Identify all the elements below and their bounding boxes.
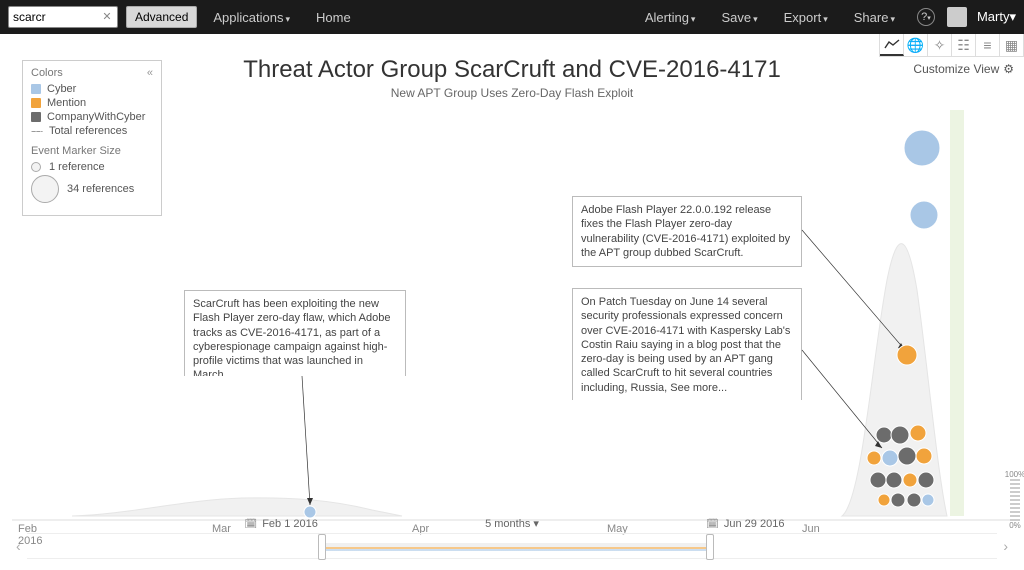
callout-leader <box>302 376 310 505</box>
callout-box[interactable]: Adobe Flash Player 22.0.0.192 release fi… <box>572 196 802 267</box>
user-menu[interactable]: Marty▾ <box>977 9 1016 25</box>
event-marker[interactable] <box>870 472 886 488</box>
callout-box[interactable]: On Patch Tuesday on June 14 several secu… <box>572 288 802 400</box>
density-area-recent <box>950 110 964 516</box>
legend-item-label: Cyber <box>47 83 76 95</box>
event-marker[interactable] <box>886 472 902 488</box>
event-marker[interactable] <box>922 494 934 506</box>
event-marker[interactable] <box>910 425 926 441</box>
user-name-label: Marty <box>977 9 1010 24</box>
nav-share[interactable]: Share▾ <box>844 10 905 25</box>
nav-alerting[interactable]: Alerting▾ <box>635 10 706 25</box>
advanced-button[interactable]: Advanced <box>126 6 197 28</box>
event-marker[interactable] <box>897 345 917 365</box>
event-marker[interactable] <box>891 426 909 444</box>
grid-view-icon[interactable]: ▦ <box>1000 34 1024 56</box>
clear-search-icon[interactable]: ✕ <box>100 10 114 24</box>
range-next-button[interactable]: › <box>997 538 1014 554</box>
range-span-label: 5 months <box>485 518 530 530</box>
event-marker[interactable] <box>898 447 916 465</box>
chevron-down-icon: ▾ <box>285 14 290 24</box>
event-marker[interactable] <box>910 201 938 229</box>
event-marker[interactable] <box>891 493 905 507</box>
calendar-icon: 🗓 <box>706 519 719 530</box>
event-marker[interactable] <box>882 450 898 466</box>
range-handle-to[interactable] <box>706 534 714 560</box>
zoom-top-label: 100% <box>1005 470 1024 479</box>
range-handle-from[interactable] <box>318 534 326 560</box>
help-icon[interactable]: ?▾ <box>917 8 935 26</box>
timeline-view-icon[interactable] <box>880 34 904 56</box>
list-view-icon[interactable]: ≡ <box>976 34 1000 56</box>
search-wrap: ✕ <box>8 6 114 28</box>
nav-share-label: Share <box>854 10 889 25</box>
nav-applications[interactable]: Applications▾ <box>203 10 300 25</box>
chevron-down-icon: ▾ <box>823 14 828 24</box>
top-nav: ✕ Advanced Applications▾ Home Alerting▾ … <box>0 0 1024 34</box>
nav-save-label: Save <box>721 10 751 25</box>
event-marker[interactable] <box>916 448 932 464</box>
nav-export[interactable]: Export▾ <box>774 10 838 25</box>
chevron-down-icon: ▾ <box>1009 9 1016 24</box>
event-marker[interactable] <box>907 493 921 507</box>
density-area <box>72 498 402 516</box>
nav-home[interactable]: Home <box>306 10 361 25</box>
legend-item[interactable]: Cyber <box>31 83 153 95</box>
nav-save[interactable]: Save▾ <box>711 10 767 25</box>
chevron-down-icon: ▾ <box>753 14 758 24</box>
event-marker[interactable] <box>304 506 316 518</box>
view-switch-toolbar: 🌐 ✧ ☷ ≡ ▦ <box>879 34 1024 57</box>
zoom-bot-label: 0% <box>1009 521 1021 530</box>
chevron-down-icon: ▾ <box>691 14 696 24</box>
list-check-view-icon[interactable]: ☷ <box>952 34 976 56</box>
event-marker[interactable] <box>903 473 917 487</box>
zoom-scale[interactable]: 100% 0% <box>1008 470 1022 530</box>
legend-collapse-icon[interactable]: « <box>147 67 153 79</box>
range-from-label: Feb 1 2016 <box>262 518 318 530</box>
range-fill <box>318 543 706 551</box>
event-marker[interactable] <box>918 472 934 488</box>
event-marker[interactable] <box>904 130 940 166</box>
legend-heading: Colors <box>31 67 63 79</box>
callout-box[interactable]: ScarCruft has been exploiting the new Fl… <box>184 290 406 376</box>
range-span-button[interactable]: 5 months ▾ <box>485 517 539 530</box>
chevron-down-icon: ▾ <box>890 14 895 24</box>
event-marker[interactable] <box>878 494 890 506</box>
range-prev-button[interactable]: ‹ <box>10 538 27 554</box>
event-marker[interactable] <box>867 451 881 465</box>
swatch-cyber-icon <box>31 84 41 94</box>
avatar <box>947 7 967 27</box>
calendar-icon: 🗓 <box>244 519 257 530</box>
timeline-chart[interactable]: Feb 2016 Mar Apr May Jun ScarCruft has b… <box>10 100 1014 520</box>
event-marker[interactable] <box>876 427 892 443</box>
range-track[interactable]: 🗓 Feb 1 2016 5 months ▾ 🗓 Jun 29 2016 <box>27 533 998 559</box>
range-to-label: Jun 29 2016 <box>724 518 785 530</box>
zoom-bars-icon <box>1010 479 1020 521</box>
network-view-icon[interactable]: ✧ <box>928 34 952 56</box>
globe-view-icon[interactable]: 🌐 <box>904 34 928 56</box>
nav-applications-label: Applications <box>213 10 283 25</box>
chevron-down-icon: ▾ <box>533 518 539 530</box>
nav-alerting-label: Alerting <box>645 10 689 25</box>
nav-export-label: Export <box>784 10 822 25</box>
date-range-bar: ‹ 🗓 Feb 1 2016 5 months ▾ 🗓 Jun 29 2016 … <box>10 532 1014 560</box>
